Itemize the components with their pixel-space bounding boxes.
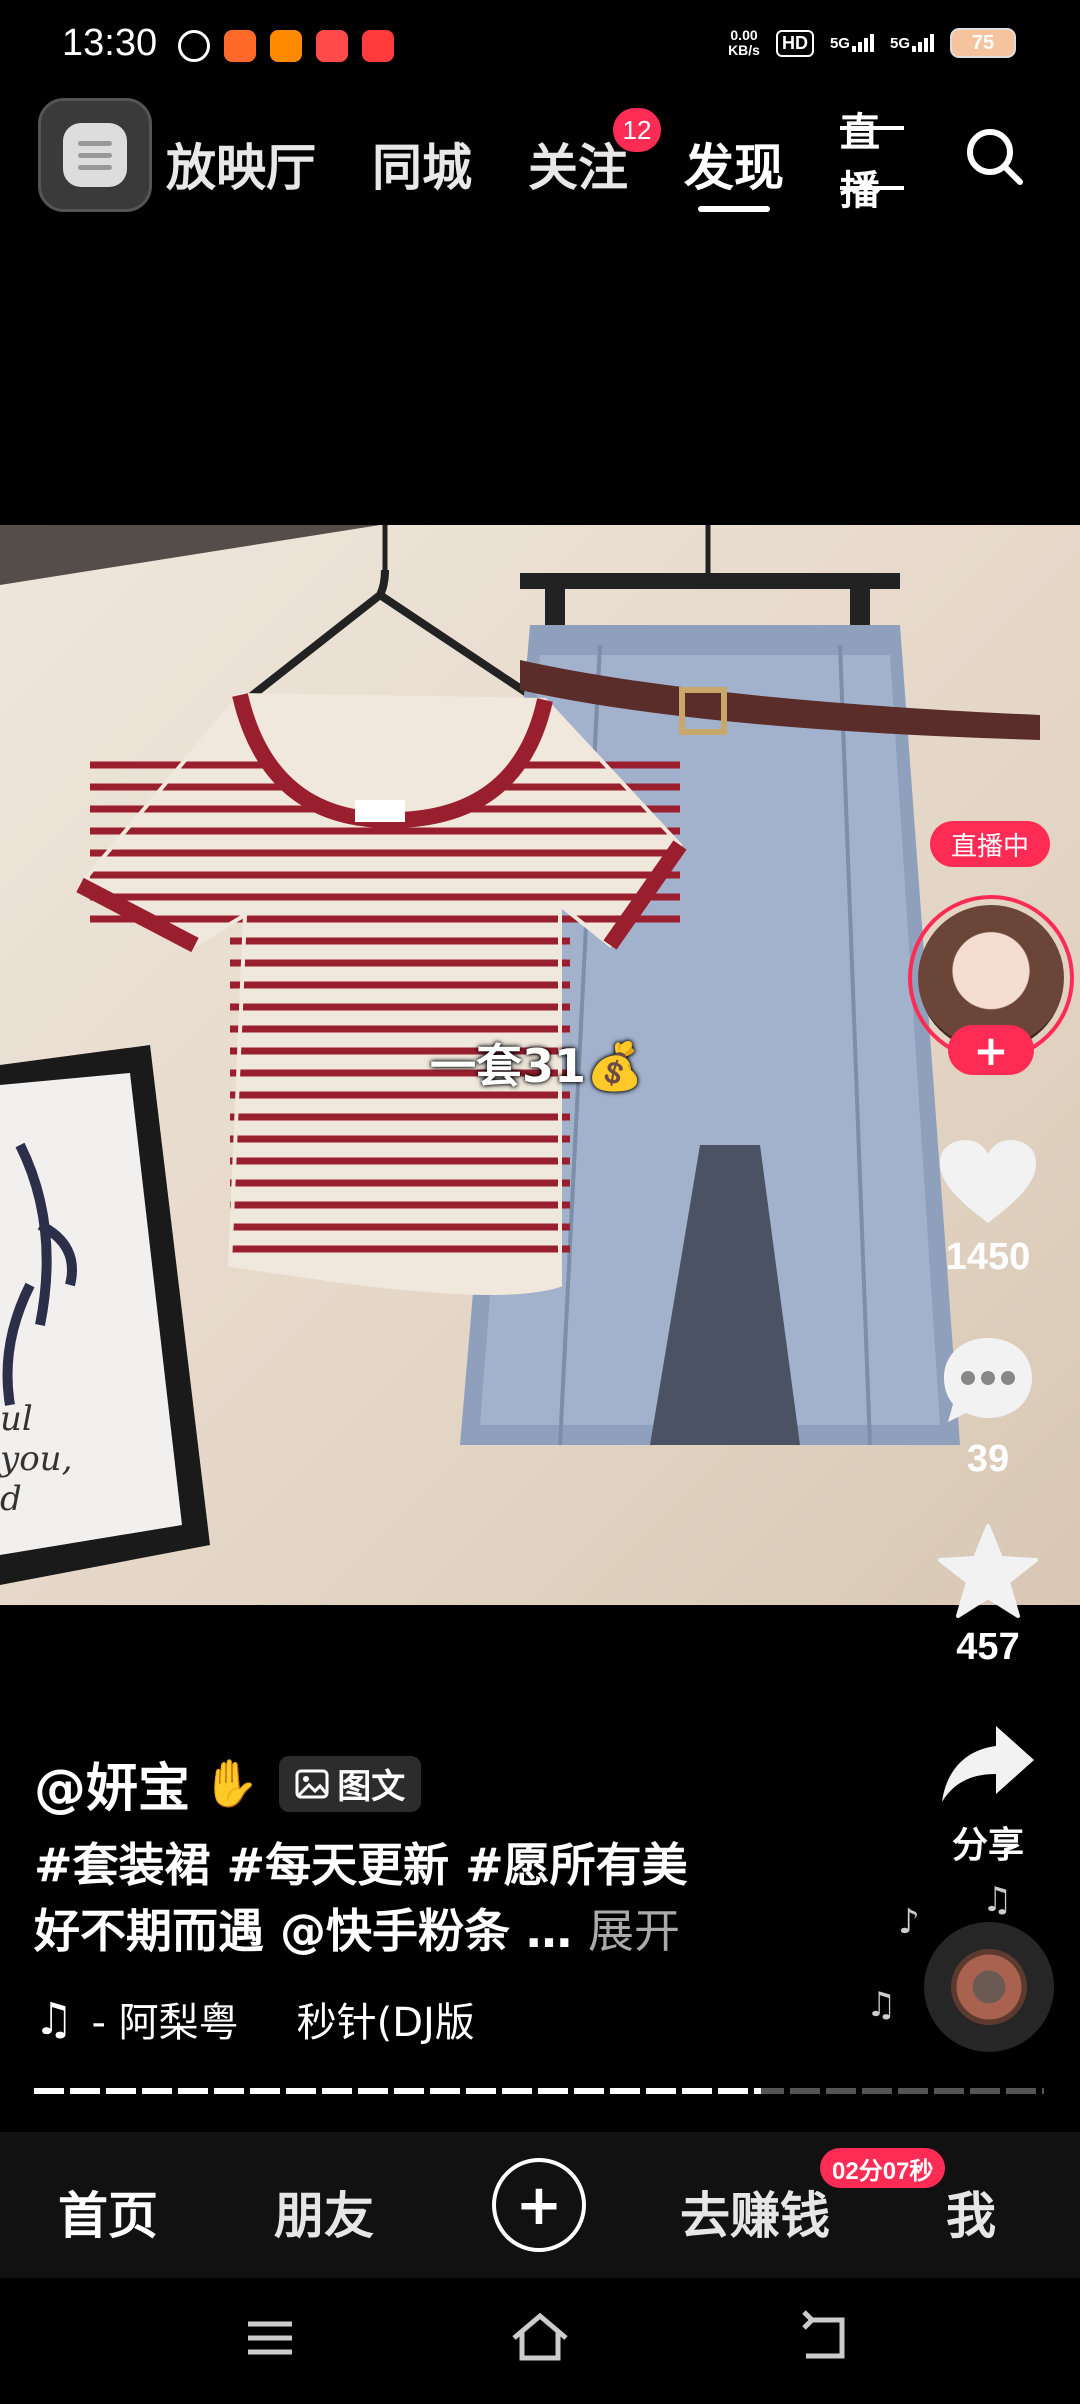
tab-cinema[interactable]: 放映厅 <box>166 128 316 200</box>
active-tab-indicator <box>698 206 770 212</box>
music-artist: - 阿梨粤 <box>91 2000 239 2046</box>
comment-count: 39 <box>966 1438 1010 1480</box>
comment-button[interactable]: 39 <box>918 1330 1058 1481</box>
caption-line-1: #套装裙 #每天更新 #愿所有美 <box>34 1838 688 1892</box>
signal-2: 5G <box>890 34 934 52</box>
home-icon[interactable] <box>510 2308 570 2368</box>
favorite-button[interactable]: 457 <box>918 1522 1058 1669</box>
recent-apps-icon[interactable] <box>240 2308 300 2368</box>
bottom-tab-bar: 首页 朋友 + 去赚钱 02分07秒 我 <box>0 2132 1080 2278</box>
status-indicators: 0.00 KB/s HD 5G 5G 75 <box>728 28 1016 58</box>
app-notification-icon <box>362 30 394 62</box>
live-button[interactable]: 直播 <box>840 110 904 214</box>
system-nav-bar <box>0 2278 1080 2404</box>
tab-discover[interactable]: 发现 <box>684 128 784 200</box>
svg-text:you,: you, <box>0 1439 72 1479</box>
heart-icon <box>940 1140 1036 1223</box>
hd-badge: HD <box>775 29 814 57</box>
battery-indicator: 75 <box>950 28 1016 58</box>
following-badge: 12 <box>613 108 661 152</box>
image-progress-fill <box>34 2088 762 2094</box>
floating-note-icon: ♫ <box>866 1985 897 2025</box>
share-icon <box>942 1726 1034 1802</box>
app-notification-icon <box>224 30 256 62</box>
caption-line-2: 好不期而遇 @快手粉条 … 展开 <box>34 1898 754 1964</box>
signal-bars-icon <box>851 34 874 52</box>
back-icon[interactable] <box>794 2308 854 2368</box>
favorite-count: 457 <box>956 1626 1020 1668</box>
app-notification-icon <box>270 30 302 62</box>
create-post-button[interactable]: + <box>492 2158 586 2252</box>
status-time: 13:30 <box>62 22 158 64</box>
music-cover <box>951 1949 1027 2025</box>
post-type-badge: 图文 <box>279 1755 422 1812</box>
tab-home[interactable]: 首页 <box>58 2176 158 2248</box>
signal-1: 5G <box>830 34 874 52</box>
signal-2-label: 5G <box>889 35 910 52</box>
search-icon[interactable] <box>962 124 1026 188</box>
live-status-tag: 直播中 <box>930 821 1050 867</box>
like-button[interactable]: 1450 <box>918 1138 1058 1279</box>
share-button[interactable]: 分享 <box>918 1722 1058 1868</box>
caption-line-2-text: 好不期而遇 @快手粉条 … <box>34 1904 573 1958</box>
tab-earn[interactable]: 去赚钱 <box>680 2176 830 2248</box>
comment-icon <box>944 1338 1032 1422</box>
overlay-caption: 一套31💰 <box>430 1039 644 1093</box>
floating-note-icon: ♪ <box>898 1902 920 1942</box>
floating-note-icon: ♫ <box>982 1880 1013 1920</box>
net-speed: 0.00 KB/s <box>728 28 760 58</box>
svg-text:d: d <box>0 1479 22 1519</box>
tab-nearby[interactable]: 同城 <box>372 128 472 200</box>
image-progress-bar[interactable] <box>34 2088 1044 2094</box>
music-disc[interactable] <box>924 1922 1054 2052</box>
author-name[interactable]: @妍宝 <box>34 1746 190 1821</box>
net-speed-value: 0.00 <box>730 27 758 43</box>
music-note-icon: ♫ <box>34 1993 74 2045</box>
status-bar: 13:30 0.00 KB/s HD 5G 5G 75 <box>0 0 1080 90</box>
wave-hand-icon: ✋ <box>202 1756 260 1810</box>
notification-icons <box>178 30 394 62</box>
author-row: @妍宝 ✋ 图文 <box>34 1746 422 1821</box>
net-speed-unit: KB/s <box>728 42 760 58</box>
tab-friends[interactable]: 朋友 <box>274 2176 374 2248</box>
signal-bars-icon <box>912 34 934 52</box>
post-caption[interactable]: #套装裙 #每天更新 #愿所有美 好不期而遇 @快手粉条 … 展开 <box>34 1832 754 1964</box>
music-title: 秒针(DJ版 <box>296 2000 475 2046</box>
signal-1-label: 5G <box>829 35 850 52</box>
app-notification-icon <box>316 30 348 62</box>
like-count: 1450 <box>945 1236 1031 1278</box>
menu-icon <box>63 123 127 187</box>
tab-me[interactable]: 我 <box>946 2176 996 2248</box>
svg-text:ul: ul <box>0 1399 33 1439</box>
earn-timer-badge: 02分07秒 <box>820 2148 946 2188</box>
menu-button[interactable] <box>38 98 152 212</box>
wechat-icon <box>178 30 210 62</box>
music-row[interactable]: ♫ - 阿梨粤 秒针(DJ版 <box>34 1990 475 2048</box>
share-label: 分享 <box>951 1825 1024 1866</box>
image-post-icon <box>295 1769 329 1798</box>
top-nav: 放映厅 同城 关注 12 发现 直播 <box>0 96 1080 216</box>
tab-following[interactable]: 关注 <box>528 128 628 200</box>
expand-button[interactable]: 展开 <box>588 1904 680 1958</box>
follow-button[interactable]: + <box>948 1025 1034 1075</box>
post-type-label: 图文 <box>337 1767 406 1807</box>
star-icon <box>938 1524 1038 1618</box>
